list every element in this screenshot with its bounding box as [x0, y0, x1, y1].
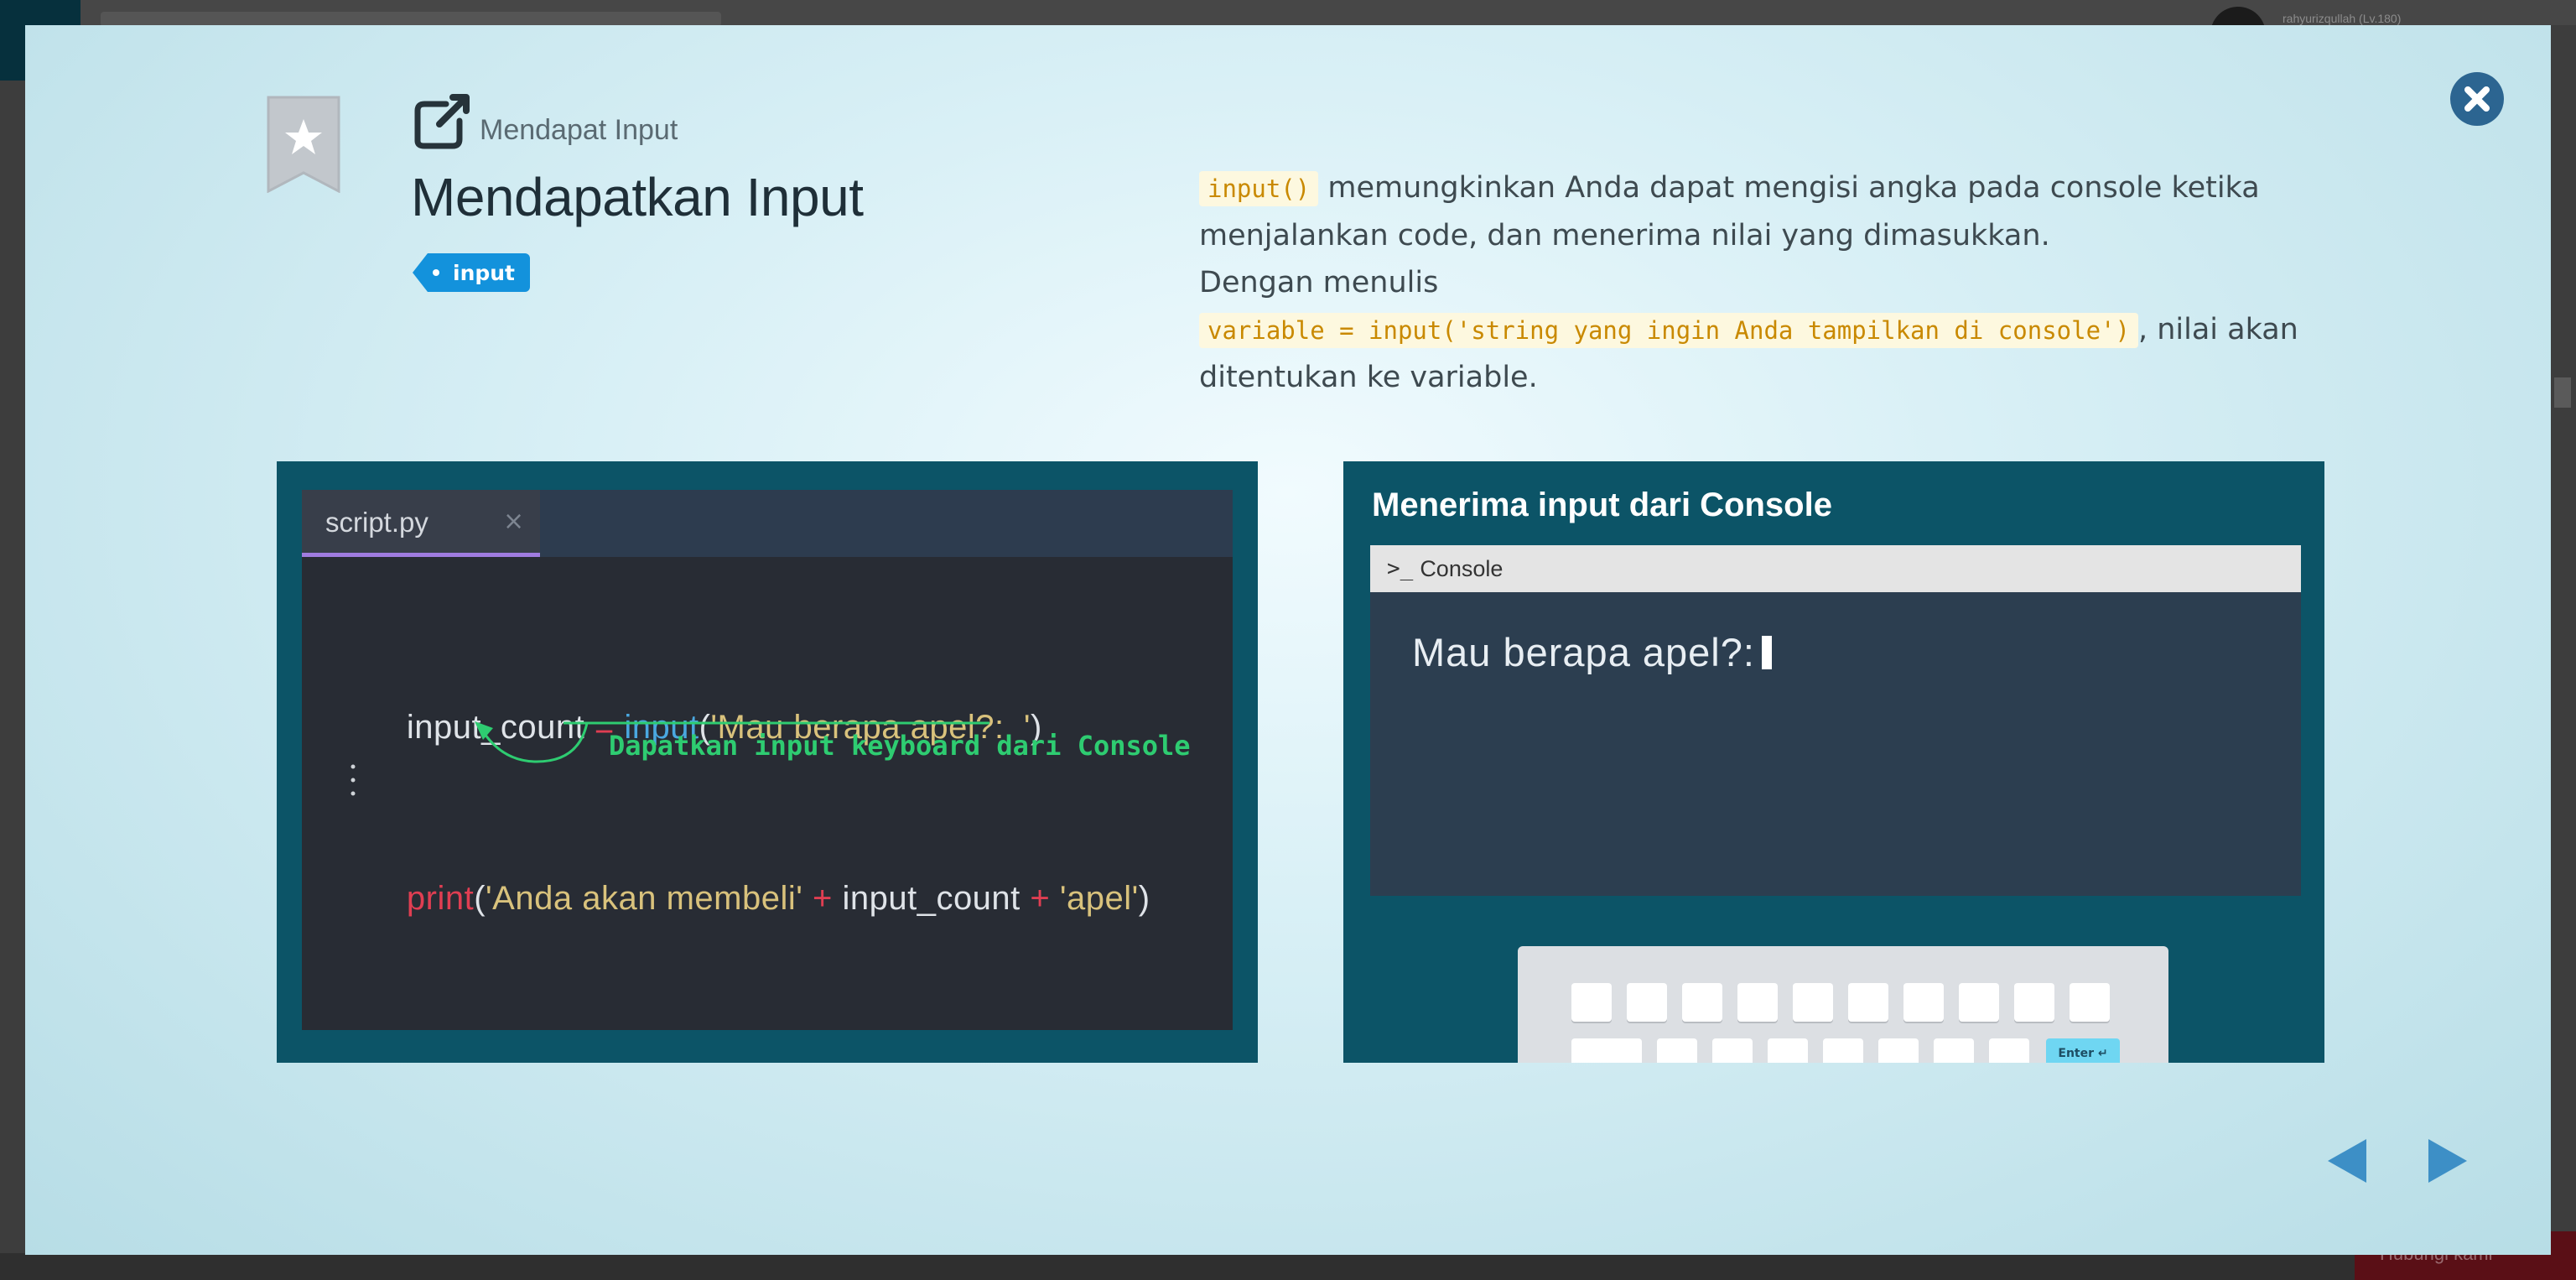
arrow-right-icon [2428, 1139, 2467, 1183]
keyboard-key [1657, 1038, 1697, 1063]
keyboard-key [1627, 983, 1667, 1022]
code-token: ( [474, 880, 486, 917]
code-editor: script.py × input_count = input('Mau ber… [302, 490, 1233, 1030]
tab-script-py[interactable]: script.py × [302, 490, 540, 557]
code-token: + [802, 880, 843, 917]
lesson-description: input() memungkinkan Anda dapat mengisi … [1199, 164, 2306, 401]
keyboard-key [1823, 1038, 1863, 1063]
page-title: Mendapatkan Input [411, 167, 864, 227]
keyboard-key [1571, 983, 1612, 1022]
code-token: input_count [842, 880, 1021, 917]
console-prompt: Mau berapa apel?: [1412, 629, 1772, 675]
console-prompt-text: Mau berapa apel?: [1412, 630, 1755, 674]
external-link-icon [414, 94, 470, 149]
keyboard-key [1737, 983, 1778, 1022]
terminal-icon: >_ [1387, 556, 1414, 581]
text-cursor [1761, 636, 1772, 669]
keyboard-key [1571, 1038, 1642, 1063]
tag-label: input [453, 260, 516, 285]
inline-code: input() [1199, 171, 1319, 206]
console-panel: Menerima input dari Console >_ Console M… [1343, 461, 2324, 1063]
code-token: + [1020, 880, 1060, 917]
lesson-modal: Mendapat Input Mendapatkan Input input i… [25, 25, 2551, 1255]
keyboard-key [1878, 1038, 1919, 1063]
code-token: 'apel' [1059, 880, 1139, 917]
console-bar-label: Console [1420, 555, 1504, 581]
inline-code: variable = input('string yang ingin Anda… [1199, 313, 2138, 348]
keyboard-key [1848, 983, 1888, 1022]
ellipsis-icon [351, 764, 356, 796]
editor-tab-bar: script.py × [302, 490, 1233, 557]
bookmark-icon[interactable] [267, 96, 340, 193]
console-title-bar: >_ Console [1370, 545, 2301, 592]
keyboard-key [1793, 983, 1833, 1022]
keyboard-illustration: Enter ↵ [1518, 946, 2168, 1063]
keyboard-key [1903, 983, 1944, 1022]
close-button[interactable] [2450, 72, 2504, 126]
close-icon [2464, 86, 2490, 112]
tag-body: input [428, 253, 531, 292]
keyboard-key [2014, 983, 2054, 1022]
code-token: ) [1138, 880, 1150, 917]
enter-key: Enter ↵ [2046, 1038, 2120, 1063]
code-token: 'Anda akan membeli' [486, 880, 803, 917]
background-username: rahyurizqullah (Lv.180) [2283, 12, 2402, 25]
tab-close-icon[interactable]: × [503, 507, 524, 536]
keyboard-key [1768, 1038, 1808, 1063]
next-slide-button[interactable] [2427, 1137, 2469, 1184]
tag-dot-icon [433, 269, 439, 276]
code-token: print [406, 880, 475, 917]
console-heading: Menerima input dari Console [1372, 487, 1832, 523]
code-panel: script.py × input_count = input('Mau ber… [277, 461, 1258, 1063]
keyboard-key [1682, 983, 1722, 1022]
keyboard-key [1934, 1038, 1974, 1063]
arrow-left-icon [2328, 1139, 2366, 1183]
previous-slide-button[interactable] [2326, 1137, 2368, 1184]
code-line-print: print('Anda akan membeli' + input_count … [329, 842, 1150, 955]
tag-input[interactable]: input [413, 253, 531, 292]
description-text: Dengan menulis [1199, 266, 1439, 299]
keyboard-key [1712, 1038, 1753, 1063]
background-scrollbar [2554, 377, 2571, 408]
keyboard-key [1989, 1038, 2029, 1063]
lesson-subtitle: Mendapat Input [480, 114, 678, 146]
keyboard-key [2070, 983, 2110, 1022]
background-bottombar [0, 1253, 2576, 1280]
tag-arrow [413, 253, 428, 292]
description-text: memungkinkan Anda dapat mengisi angka pa… [1199, 171, 2260, 252]
tab-label: script.py [325, 507, 428, 538]
console-window: >_ Console Mau berapa apel?: [1370, 545, 2301, 896]
keyboard-key [1959, 983, 1999, 1022]
code-annotation: Dapatkan input keyboard dari Console [609, 730, 1191, 762]
